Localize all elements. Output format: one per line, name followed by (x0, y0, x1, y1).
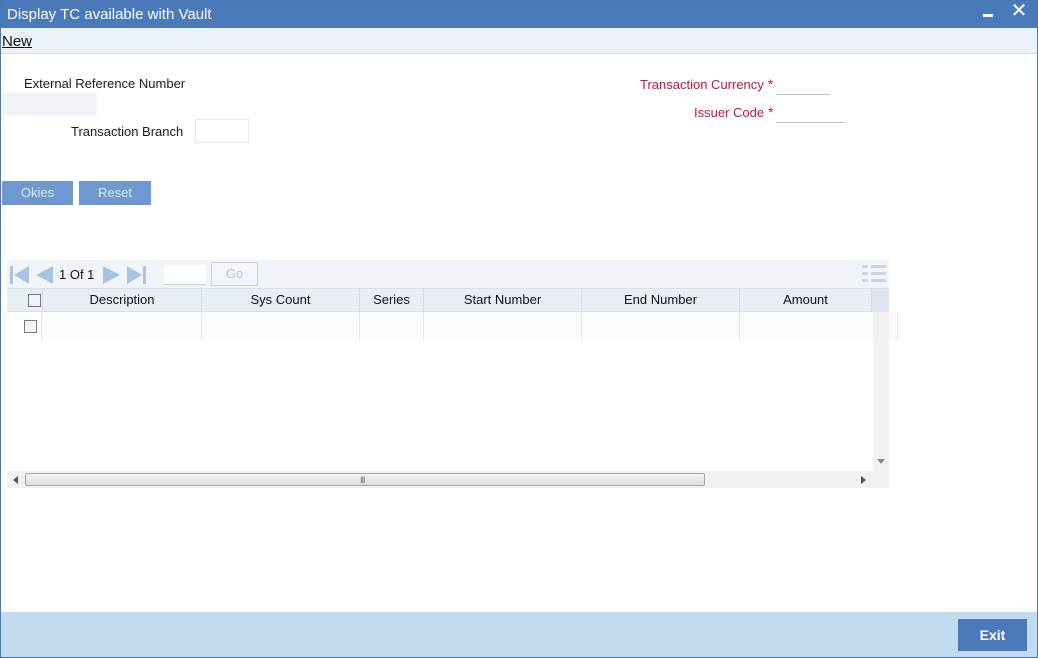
new-link[interactable]: New (2, 33, 32, 50)
table-row[interactable] (7, 312, 898, 340)
transaction-currency-label: Transaction Currency * (640, 76, 773, 92)
vault-tc-grid: 1 Of 1 Go Description Sys Count Series S… (7, 260, 898, 489)
last-page-icon[interactable] (125, 265, 147, 285)
okies-button[interactable]: Okies (2, 181, 73, 205)
goto-page-input[interactable] (164, 265, 206, 285)
header-scroll-stub (872, 289, 889, 312)
column-selector-icon[interactable] (861, 263, 887, 285)
page-info: 1 Of 1 (59, 267, 95, 282)
scroll-grip: III (360, 475, 365, 485)
grid-body (7, 312, 898, 471)
grid-pagination-toolbar: 1 Of 1 Go (7, 260, 889, 288)
close-icon[interactable]: ✕ (1009, 1, 1029, 23)
horizontal-scroll-thumb[interactable]: III (25, 473, 705, 486)
column-header-description[interactable]: Description (43, 289, 202, 312)
transaction-branch-field[interactable] (195, 119, 249, 143)
footer-bar: Exit (1, 612, 1037, 657)
transaction-currency-field[interactable] (776, 72, 830, 95)
scroll-left-arrow-icon[interactable] (13, 476, 18, 484)
column-header-amount[interactable]: Amount (740, 289, 872, 312)
next-page-icon[interactable] (101, 265, 123, 285)
issuer-code-field[interactable] (776, 100, 845, 123)
external-reference-number-field[interactable] (2, 93, 97, 115)
grid-header-row: Description Sys Count Series Start Numbe… (7, 288, 889, 312)
go-button[interactable]: Go (211, 262, 258, 286)
exit-button[interactable]: Exit (958, 619, 1027, 651)
column-header-sys-count[interactable]: Sys Count (202, 289, 360, 312)
issuer-code-label-text: Issuer Code (694, 105, 765, 120)
external-reference-number-label: External Reference Number (24, 76, 186, 91)
window-title: Display TC available with Vault (7, 6, 212, 23)
column-header-start-number[interactable]: Start Number (424, 289, 582, 312)
required-mark: * (767, 76, 774, 92)
transaction-branch-label: Transaction Branch (71, 124, 184, 139)
vertical-scrollbar[interactable] (873, 312, 889, 471)
select-all-cell (7, 289, 43, 312)
minimize-icon[interactable] (979, 3, 997, 23)
cell-series[interactable] (360, 312, 424, 340)
required-mark: * (768, 104, 774, 120)
title-bar: Display TC available with Vault ✕ (1, 1, 1037, 28)
first-page-icon[interactable] (9, 265, 31, 285)
column-header-series[interactable]: Series (360, 289, 424, 312)
row-select-cell (7, 312, 42, 340)
select-all-checkbox[interactable] (28, 294, 41, 307)
transaction-currency-label-text: Transaction Currency (640, 77, 764, 92)
cell-sys-count[interactable] (202, 312, 360, 340)
horizontal-scrollbar[interactable]: III (7, 471, 889, 488)
scroll-down-arrow-icon[interactable] (877, 459, 885, 464)
column-header-end-number[interactable]: End Number (582, 289, 740, 312)
cell-start-number[interactable] (424, 312, 582, 340)
display-tc-vault-window: Display TC available with Vault ✕ New Ex… (0, 0, 1038, 658)
reset-button[interactable]: Reset (79, 181, 151, 205)
menu-bar: New (1, 28, 1037, 54)
issuer-code-label: Issuer Code * (694, 104, 774, 120)
cell-end-number[interactable] (582, 312, 740, 340)
scroll-right-arrow-icon[interactable] (861, 476, 866, 484)
cell-description[interactable] (43, 312, 202, 340)
row-checkbox[interactable] (24, 320, 37, 333)
previous-page-icon[interactable] (33, 265, 55, 285)
